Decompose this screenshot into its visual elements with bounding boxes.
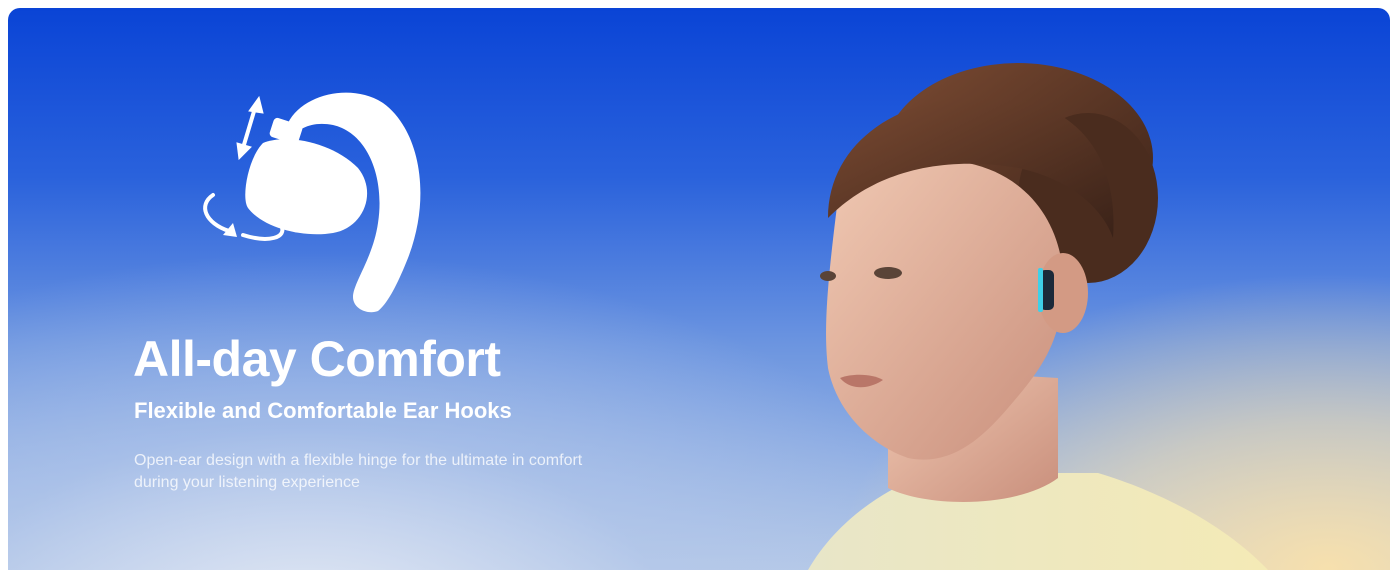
model-wearing-earbud-image — [808, 63, 1268, 570]
feature-banner: All-day Comfort Flexible and Comfortable… — [8, 8, 1390, 570]
feature-subtitle: Flexible and Comfortable Ear Hooks — [134, 398, 512, 423]
feature-description: Open-ear design with a flexible hinge fo… — [134, 452, 583, 491]
feature-title: All-day Comfort — [133, 331, 501, 387]
ear-hook-adjust-icon — [203, 92, 421, 313]
